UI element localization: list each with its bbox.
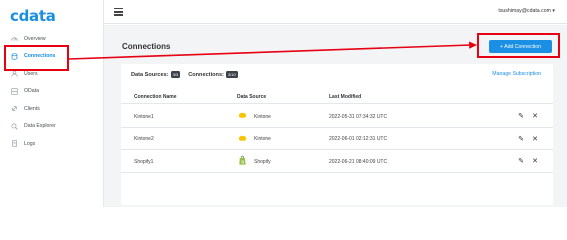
last-modified: 2022-05-31 07:34:32 UTC: [329, 113, 388, 120]
edit-pencil-icon[interactable]: ✎: [517, 135, 525, 143]
connection-name[interactable]: Kintone2: [134, 136, 154, 142]
sidebar: cdata Overview Connections Users OData C…: [0, 0, 104, 207]
connections-label: Connections:: [188, 71, 224, 78]
delete-x-icon[interactable]: ✕: [531, 135, 539, 143]
row-actions: ✎ ✕: [517, 135, 539, 143]
data-source: Kintone: [254, 136, 271, 142]
sidebar-item-label: Logs: [24, 140, 36, 147]
sidebar-item-label: Users: [24, 70, 38, 77]
column-header-connection-name[interactable]: Connection Name: [134, 94, 177, 100]
odata-icon: [10, 87, 18, 95]
sidebar-item-odata[interactable]: OData: [0, 83, 104, 101]
cdata-logo[interactable]: cdata: [10, 7, 56, 25]
manage-subscription-link[interactable]: Manage Subscription: [492, 71, 541, 77]
clients-icon: [10, 105, 18, 113]
logs-icon: [10, 140, 18, 148]
table-row[interactable]: Shopify1 S Shopify 2022-06-21 08:40:09 U…: [121, 150, 553, 173]
add-connection-highlight-box: [477, 33, 560, 58]
data-source: Kintone: [254, 113, 271, 120]
connections-count-badge: 3/10: [225, 71, 238, 78]
overview-icon: [10, 35, 18, 43]
edit-pencil-icon[interactable]: ✎: [517, 112, 525, 120]
caret-down-icon: ▾: [552, 8, 555, 14]
sidebar-item-label: Overview: [24, 35, 46, 42]
last-modified: 2022-06-21 08:40:09 UTC: [329, 158, 388, 165]
connection-name[interactable]: Kintone1: [134, 114, 154, 120]
connection-name[interactable]: Shopify1: [134, 159, 153, 165]
last-modified: 2022-06-01 02:12:31 UTC: [329, 136, 388, 142]
data-sources-label: Data Sources:: [131, 71, 169, 78]
column-header-data-source[interactable]: Data Source: [237, 94, 266, 100]
svg-text:S: S: [241, 159, 244, 164]
table-row[interactable]: Kintone2 Kintone 2022-06-01 02:12:31 UTC…: [121, 128, 553, 150]
row-actions: ✎ ✕: [517, 112, 539, 120]
column-header-last-modified[interactable]: Last Modified: [329, 94, 361, 100]
hamburger-menu-icon[interactable]: [114, 8, 123, 16]
sidebar-item-label: Data Explorer: [24, 123, 56, 130]
delete-x-icon[interactable]: ✕: [531, 157, 539, 165]
usage-counts: Data Sources: 3/3 Connections: 3/10: [131, 71, 246, 78]
delete-x-icon[interactable]: ✕: [531, 112, 539, 120]
data-source: Shopify: [254, 158, 271, 165]
edit-pencil-icon[interactable]: ✎: [517, 157, 525, 165]
table-row[interactable]: Kintone1 Kintone 2022-05-31 07:34:32 UTC…: [121, 105, 553, 128]
user-email: tsushimay@cdata.com: [498, 8, 551, 14]
sidebar-item-clients[interactable]: Clients: [0, 100, 104, 118]
data-sources-count-badge: 3/3: [170, 71, 181, 78]
connections-card: Data Sources: 3/3 Connections: 3/10 Mana…: [121, 64, 553, 205]
connections-highlight-box: [4, 45, 69, 71]
shopify-icon: S: [237, 155, 248, 166]
sidebar-item-label: OData: [24, 88, 39, 95]
user-menu[interactable]: tsushimay@cdata.com ▾: [498, 8, 555, 14]
row-actions: ✎ ✕: [517, 157, 539, 165]
page-title: Connections: [122, 42, 171, 51]
kintone-icon: [237, 133, 248, 144]
kintone-icon: [237, 110, 248, 121]
table-header: Connection Name Data Source Last Modifie…: [121, 90, 553, 104]
sidebar-item-label: Clients: [24, 105, 40, 112]
data-explorer-icon: [10, 122, 18, 130]
top-bar: tsushimay@cdata.com ▾: [104, 0, 567, 24]
sidebar-item-data-explorer[interactable]: Data Explorer: [0, 118, 104, 136]
sidebar-item-logs[interactable]: Logs: [0, 135, 104, 153]
